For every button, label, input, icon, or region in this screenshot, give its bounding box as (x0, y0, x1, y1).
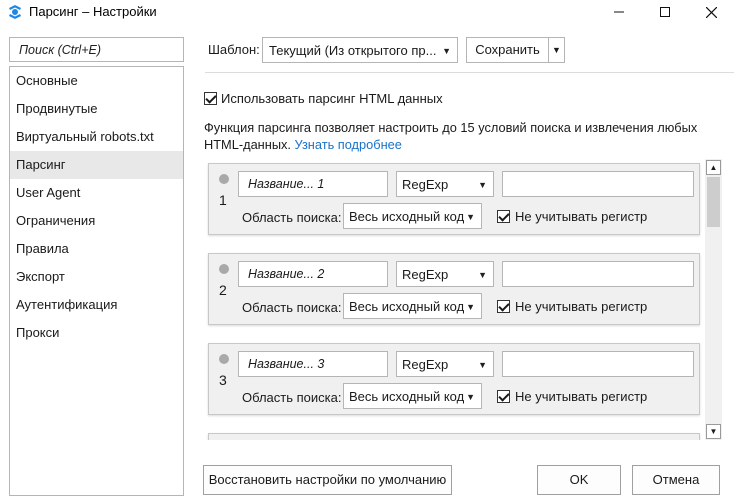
sidebar-item-parsing[interactable]: Парсинг (10, 151, 183, 179)
parsing-rule-card: 3 Название... 3 RegExp ▼ Область поиска: … (208, 343, 700, 415)
sidebar-item-limits[interactable]: Ограничения (10, 207, 183, 235)
template-label: Шаблон: (208, 42, 260, 57)
minimize-button[interactable] (596, 0, 642, 24)
use-parsing-label: Использовать парсинг HTML данных (221, 91, 443, 106)
sidebar-item-advanced[interactable]: Продвинутые (10, 95, 183, 123)
search-area-label: Область поиска: (242, 300, 342, 315)
scroll-thumb[interactable] (707, 177, 720, 227)
rule-type-value: RegExp (402, 357, 449, 372)
chevron-down-icon: ▼ (478, 270, 487, 280)
sidebar-item-rules[interactable]: Правила (10, 235, 183, 263)
parsing-rules-list: 1 Название... 1 RegExp ▼ Область поиска: … (204, 158, 704, 440)
ignore-case-label: Не учитывать регистр (515, 389, 648, 404)
close-icon (705, 6, 717, 18)
ignore-case-checkbox[interactable] (497, 390, 510, 403)
chevron-down-icon: ▼ (466, 302, 475, 312)
sidebar-item-proxy[interactable]: Прокси (10, 319, 183, 347)
search-area-value: Весь исходный код (349, 389, 465, 404)
rule-type-select[interactable]: RegExp ▼ (396, 171, 494, 197)
search-area-label: Область поиска: (242, 390, 342, 405)
sidebar-item-basic[interactable]: Основные (10, 67, 183, 95)
minimize-icon (614, 11, 624, 13)
settings-search-input[interactable]: Поиск (Ctrl+E) (9, 37, 184, 62)
rule-type-value: RegExp (402, 267, 449, 282)
header-divider (205, 72, 734, 73)
chevron-down-icon: ▼ (442, 46, 451, 56)
chevron-down-icon: ▼ (478, 360, 487, 370)
rule-status-dot (219, 264, 229, 274)
rule-name-input[interactable]: Название... 3 (238, 351, 388, 377)
save-template-button[interactable]: Сохранить (466, 37, 549, 63)
parsing-rule-card: 1 Название... 1 RegExp ▼ Область поиска: … (208, 163, 700, 235)
sidebar-item-user-agent[interactable]: User Agent (10, 179, 183, 207)
rule-expression-input[interactable] (502, 171, 694, 197)
close-button[interactable] (688, 0, 734, 24)
ignore-case-checkbox[interactable] (497, 210, 510, 223)
title-bar: Парсинг – Настройки (0, 0, 734, 24)
window-title: Парсинг – Настройки (29, 4, 157, 19)
rule-name-input[interactable]: Название... 1 (238, 171, 388, 197)
rule-status-dot (219, 174, 229, 184)
ignore-case-label: Не учитывать регистр (515, 299, 648, 314)
ignore-case-row[interactable]: Не учитывать регистр (497, 299, 647, 314)
settings-nav-list: Основные Продвинутые Виртуальный robots.… (9, 66, 184, 496)
rule-type-value: RegExp (402, 177, 449, 192)
search-area-select[interactable]: Весь исходный код ▼ (343, 203, 482, 229)
sidebar-item-export[interactable]: Экспорт (10, 263, 183, 291)
chevron-down-icon: ▼ (552, 45, 561, 55)
rule-status-dot (219, 354, 229, 364)
parsing-description: Функция парсинга позволяет настроить до … (204, 119, 714, 153)
sidebar-item-authentication[interactable]: Аутентификация (10, 291, 183, 319)
parsing-description-text: Функция парсинга позволяет настроить до … (204, 120, 698, 152)
maximize-button[interactable] (642, 0, 688, 24)
rule-expression-input[interactable] (502, 261, 694, 287)
rule-expression-input[interactable] (502, 351, 694, 377)
use-parsing-checkbox[interactable] (204, 92, 217, 105)
search-area-select[interactable]: Весь исходный код ▼ (343, 383, 482, 409)
chevron-down-icon: ▼ (466, 212, 475, 222)
search-area-value: Весь исходный код (349, 299, 465, 314)
rules-scrollbar[interactable]: ▲ ▼ (705, 159, 722, 440)
scroll-up-button[interactable]: ▲ (706, 160, 721, 175)
restore-defaults-button[interactable]: Восстановить настройки по умолчанию (203, 465, 452, 495)
cancel-button[interactable]: Отмена (632, 465, 720, 495)
search-area-label: Область поиска: (242, 210, 342, 225)
rule-number: 3 (219, 372, 227, 388)
use-parsing-checkbox-row[interactable]: Использовать парсинг HTML данных (204, 91, 443, 106)
chevron-up-icon: ▲ (709, 163, 718, 172)
ignore-case-row[interactable]: Не учитывать регистр (497, 209, 647, 224)
ignore-case-checkbox[interactable] (497, 300, 510, 313)
rule-number: 2 (219, 282, 227, 298)
rule-type-select[interactable]: RegExp ▼ (396, 261, 494, 287)
ignore-case-row[interactable]: Не учитывать регистр (497, 389, 647, 404)
parsing-rule-card: 2 Название... 2 RegExp ▼ Область поиска: … (208, 253, 700, 325)
rule-number: 1 (219, 192, 227, 208)
template-select-value: Текущий (Из открытого пр... (269, 43, 437, 58)
app-logo-icon (9, 5, 21, 19)
ok-button[interactable]: OK (537, 465, 621, 495)
search-area-select[interactable]: Весь исходный код ▼ (343, 293, 482, 319)
save-options-dropdown[interactable]: ▼ (548, 37, 565, 63)
sidebar-item-virtual-robots[interactable]: Виртуальный robots.txt (10, 123, 183, 151)
scroll-down-button[interactable]: ▼ (706, 424, 721, 439)
template-select[interactable]: Текущий (Из открытого пр... ▼ (262, 37, 458, 63)
rule-name-input[interactable]: Название... 2 (238, 261, 388, 287)
ignore-case-label: Не учитывать регистр (515, 209, 648, 224)
parsing-rule-card-partial (208, 433, 700, 440)
maximize-icon (660, 7, 670, 17)
chevron-down-icon: ▼ (709, 427, 718, 436)
learn-more-link[interactable]: Узнать подробнее (295, 137, 402, 152)
chevron-down-icon: ▼ (478, 180, 487, 190)
search-area-value: Весь исходный код (349, 209, 465, 224)
rule-type-select[interactable]: RegExp ▼ (396, 351, 494, 377)
chevron-down-icon: ▼ (466, 392, 475, 402)
